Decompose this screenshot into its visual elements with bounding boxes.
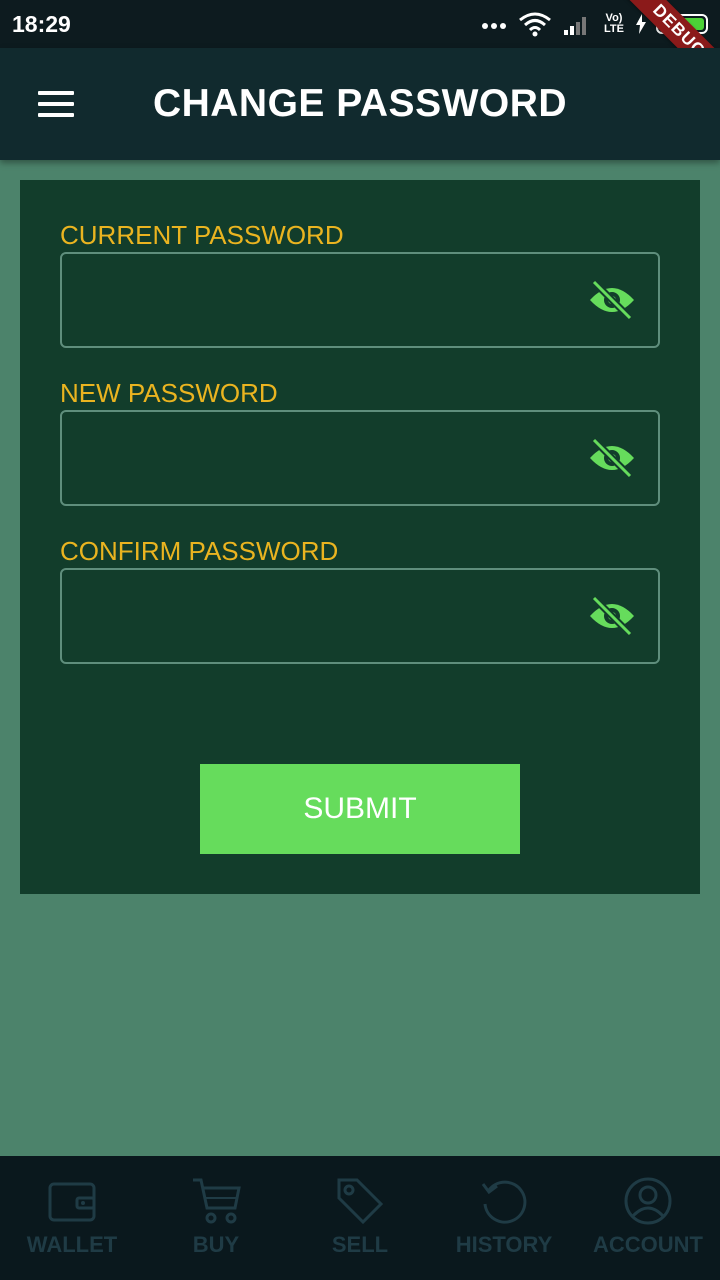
status-time: 18:29 [12,11,71,37]
confirm-password-field[interactable] [60,568,660,664]
current-password-field[interactable] [60,252,660,348]
nav-label-buy: BUY [192,1232,240,1257]
wifi-icon [519,12,551,37]
account-icon [624,1177,672,1225]
new-password-input[interactable] [78,412,578,504]
nav-label-account: ACCOUNT [593,1232,703,1257]
confirm-password-label: CONFIRM PASSWORD [60,536,339,566]
charging-icon [636,14,646,34]
cart-icon [193,1178,241,1224]
more-dots-icon [482,19,508,29]
page-title: CHANGE PASSWORD [152,82,568,125]
signal-icon [564,17,586,35]
nav-item-account[interactable]: ACCOUNT [576,1156,720,1280]
current-password-input[interactable] [78,254,578,346]
confirm-password-input[interactable] [78,570,578,662]
current-password-label: CURRENT PASSWORD [60,220,344,250]
eye-off-icon[interactable] [588,280,636,320]
status-bar: 18:29 Vo) LTE DEBUG [0,0,720,101]
nav-item-history[interactable]: HISTORY [432,1156,576,1280]
nav-label-history: HISTORY [455,1232,553,1257]
submit-button[interactable]: SUBMIT [200,764,520,854]
nav-item-buy[interactable]: BUY [144,1156,288,1280]
eye-off-icon[interactable] [588,438,636,478]
history-icon [481,1180,527,1224]
app-bar: CHANGE PASSWORD [0,48,720,160]
change-password-form: CURRENT PASSWORD NEW PASSWORD CONFIRM PA… [20,180,700,894]
wallet-icon [48,1182,96,1222]
nav-label-sell: SELL [331,1232,389,1257]
tag-icon [337,1178,384,1225]
nav-label-wallet: WALLET [26,1232,118,1257]
nav-item-sell[interactable]: SELL [288,1156,432,1280]
network-type: Vo) LTE [604,12,624,35]
eye-off-icon[interactable] [588,596,636,636]
new-password-field[interactable] [60,410,660,506]
nav-item-wallet[interactable]: WALLET [0,1156,144,1280]
new-password-label: NEW PASSWORD [60,378,278,408]
bottom-navigation: WALLET BUY SELL HISTORY ACCOUNT [0,1156,720,1280]
